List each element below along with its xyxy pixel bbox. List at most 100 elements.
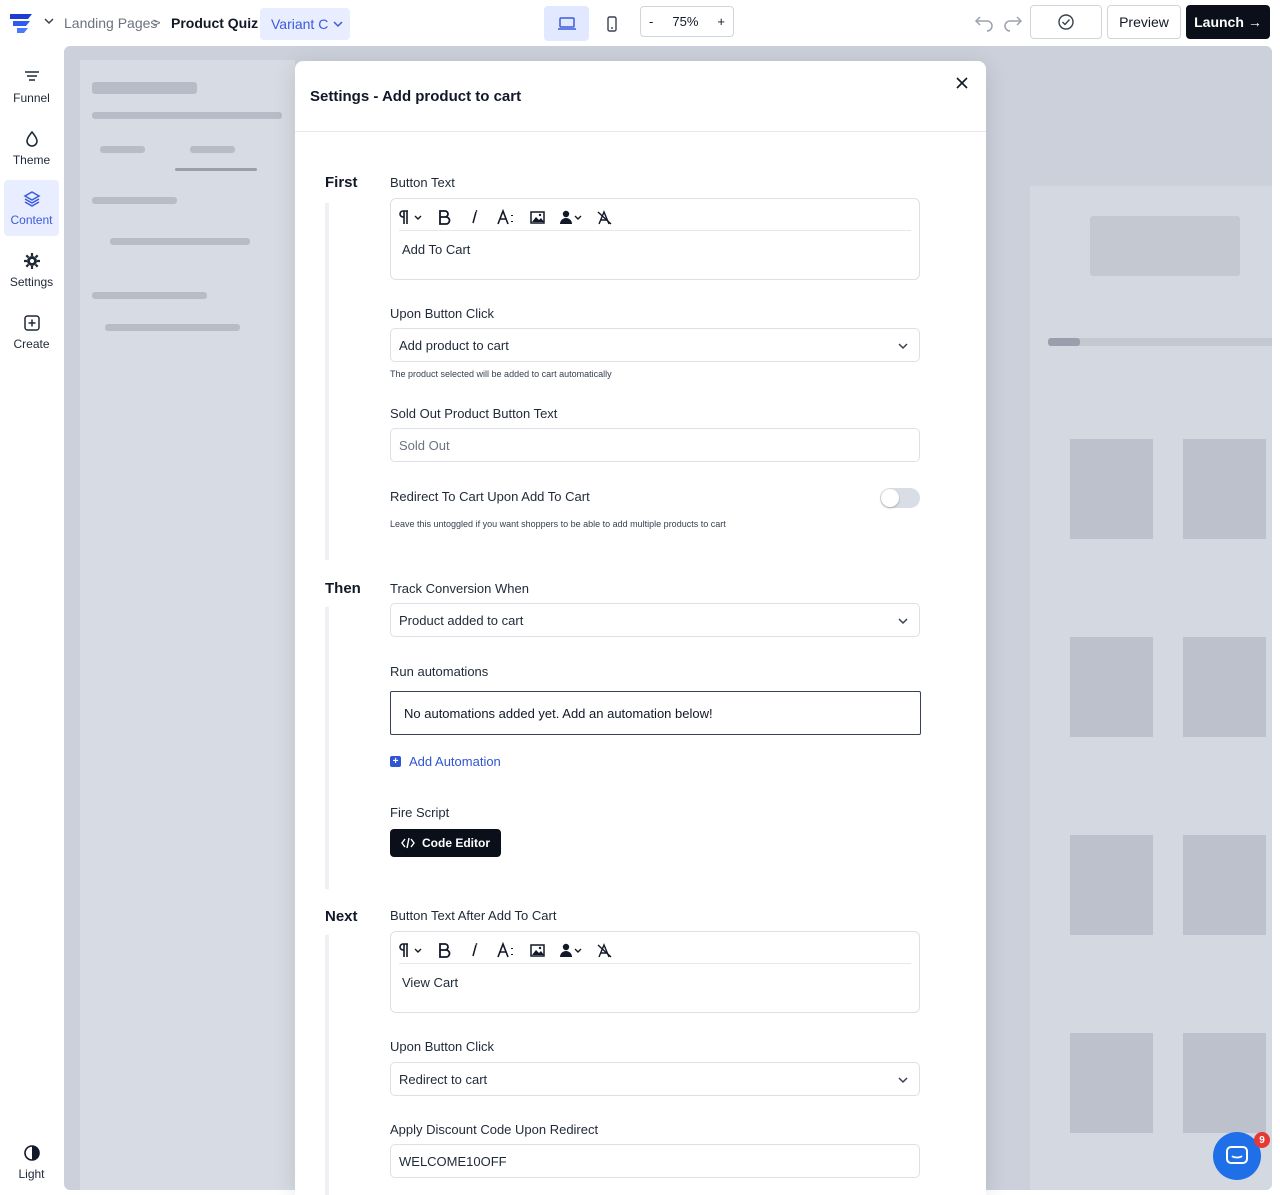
discount-code-label: Apply Discount Code Upon Redirect — [390, 1122, 599, 1137]
discount-code-input[interactable]: WELCOME10OFF — [390, 1144, 920, 1178]
plus-icon: + — [390, 756, 401, 767]
font-size-icon[interactable] — [496, 941, 516, 959]
upon-click-hint: The product selected will be added to ca… — [390, 369, 612, 379]
upon-click-select[interactable]: Add product to cart — [390, 328, 920, 362]
blurred-block-panel — [80, 60, 295, 1190]
automations-empty-state: No automations added yet. Add an automat… — [390, 691, 921, 735]
left-sidebar: Funnel Theme Content Settings Create Lig… — [0, 46, 64, 1195]
theme-toggle-label: Light — [18, 1166, 45, 1181]
track-conversion-value: Product added to cart — [399, 612, 524, 628]
user-variable-icon[interactable] — [559, 209, 583, 226]
zoom-out-button[interactable]: - — [649, 14, 653, 29]
add-automation-link[interactable]: + Add Automation — [390, 754, 501, 769]
sidebar-item-settings[interactable]: Settings — [4, 242, 59, 298]
run-automations-label: Run automations — [390, 664, 489, 679]
breadcrumb-landing-pages[interactable]: Landing Pages — [64, 15, 157, 31]
mobile-view-button[interactable] — [590, 6, 634, 41]
breadcrumb-product-quiz[interactable]: Product Quiz — [171, 15, 258, 31]
variant-selector[interactable]: Variant C — [260, 8, 350, 40]
sold-out-label: Sold Out Product Button Text — [390, 406, 558, 421]
button-text-after-editor[interactable]: View Cart — [390, 931, 920, 1013]
check-circle-icon — [1058, 14, 1074, 30]
clear-format-icon[interactable] — [596, 209, 613, 226]
chevron-down-icon — [333, 21, 343, 28]
redirect-label: Redirect To Cart Upon Add To Cart — [390, 489, 590, 504]
launch-button[interactable]: Launch → — [1186, 5, 1270, 39]
brand-logo-icon[interactable] — [8, 10, 38, 36]
italic-icon[interactable] — [466, 942, 483, 959]
close-icon[interactable] — [954, 75, 970, 91]
button-text-label: Button Text — [390, 175, 455, 190]
settings-modal: Settings - Add product to cart First But… — [295, 61, 986, 1195]
add-automation-label: Add Automation — [409, 754, 501, 769]
sidebar-item-create[interactable]: Create — [4, 304, 59, 360]
redo-icon[interactable] — [1002, 12, 1024, 32]
image-icon[interactable] — [529, 209, 546, 226]
button-text-after-label: Button Text After Add To Cart — [390, 908, 557, 923]
zoom-control: - 75% + — [640, 6, 734, 37]
publish-status-button[interactable] — [1030, 5, 1102, 39]
rte-divider — [399, 230, 911, 231]
track-conversion-label: Track Conversion When — [390, 581, 529, 596]
button-text-value[interactable]: Add To Cart — [402, 242, 470, 257]
variant-label: Variant C — [271, 16, 329, 32]
code-editor-button[interactable]: Code Editor — [390, 829, 501, 857]
modal-header: Settings - Add product to cart — [295, 61, 986, 132]
code-icon — [401, 837, 415, 849]
section-first-label: First — [325, 174, 358, 191]
next-upon-click-select[interactable]: Redirect to cart — [390, 1062, 920, 1096]
italic-icon[interactable] — [466, 209, 483, 226]
modal-title: Settings - Add product to cart — [310, 88, 522, 105]
zoom-in-button[interactable]: + — [717, 14, 725, 29]
section-next-label: Next — [325, 908, 358, 925]
chat-icon — [1226, 1146, 1248, 1164]
theme-toggle[interactable]: Light — [4, 1134, 59, 1190]
chevron-down-icon — [898, 618, 908, 625]
preview-button[interactable]: Preview — [1107, 5, 1181, 39]
image-icon[interactable] — [529, 942, 546, 959]
droplet-icon — [25, 130, 38, 147]
bold-icon[interactable] — [436, 942, 453, 959]
phone-icon — [607, 15, 617, 32]
section-rail — [325, 607, 329, 889]
gear-icon — [23, 252, 40, 269]
sidebar-item-content[interactable]: Content — [4, 180, 59, 236]
laptop-icon — [557, 16, 576, 30]
sidebar-item-label: Content — [10, 212, 53, 227]
paragraph-icon[interactable] — [399, 942, 423, 959]
zoom-level: 75% — [672, 14, 699, 29]
redirect-toggle[interactable] — [880, 488, 920, 508]
bold-icon[interactable] — [436, 209, 453, 226]
toggle-knob — [881, 489, 899, 507]
font-size-icon[interactable] — [496, 208, 516, 226]
sidebar-item-theme[interactable]: Theme — [4, 120, 59, 176]
top-bar: Landing Pages > Product Quiz Variant C -… — [0, 0, 1280, 46]
undo-icon[interactable] — [973, 12, 995, 32]
chevron-down-icon — [898, 343, 908, 350]
desktop-view-button[interactable] — [544, 6, 589, 41]
section-then-label: Then — [325, 580, 361, 597]
arrow-right-icon: → — [1247, 14, 1262, 30]
sidebar-item-label: Settings — [9, 274, 54, 289]
upon-click-value: Add product to cart — [399, 337, 509, 353]
plus-square-icon — [23, 314, 40, 331]
next-upon-click-value: Redirect to cart — [399, 1071, 488, 1087]
chevron-down-icon[interactable] — [42, 14, 56, 28]
button-text-after-value[interactable]: View Cart — [402, 975, 458, 990]
fire-script-label: Fire Script — [390, 805, 450, 820]
track-conversion-select[interactable]: Product added to cart — [390, 603, 920, 637]
sold-out-input[interactable]: Sold Out — [390, 428, 920, 462]
sidebar-item-funnel[interactable]: Funnel — [4, 58, 59, 114]
chat-unread-badge: 9 — [1254, 1132, 1270, 1148]
rte-toolbar — [399, 938, 613, 962]
upon-click-label: Upon Button Click — [390, 306, 495, 321]
paragraph-icon[interactable] — [399, 209, 423, 226]
code-editor-label: Code Editor — [422, 836, 490, 850]
sidebar-item-label: Create — [13, 336, 50, 351]
button-text-editor[interactable]: Add To Cart — [390, 198, 920, 280]
launch-label: Launch — [1194, 14, 1244, 30]
sidebar-item-label: Theme — [12, 152, 51, 167]
layers-icon — [22, 190, 41, 207]
clear-format-icon[interactable] — [596, 942, 613, 959]
user-variable-icon[interactable] — [559, 942, 583, 959]
